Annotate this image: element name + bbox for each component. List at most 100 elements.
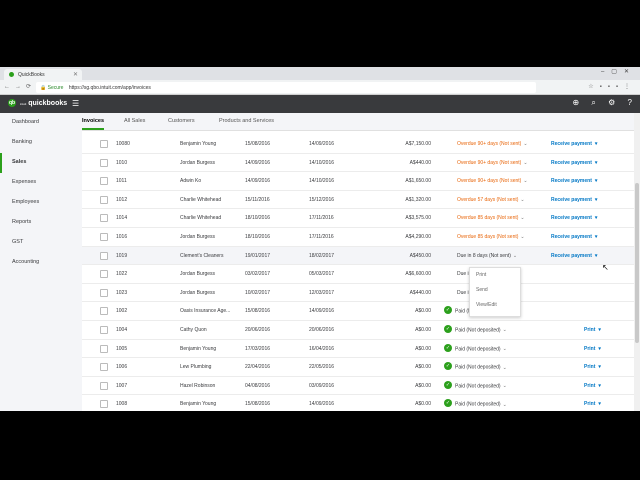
action-dropdown-icon[interactable]: ▾ <box>595 234 598 240</box>
receive-payment-button[interactable]: Receive payment ▾ <box>551 178 597 184</box>
status-label[interactable]: Overdue 85 days (Not sent) ⌄ <box>457 215 525 221</box>
help-icon[interactable]: ? <box>628 98 632 107</box>
row-checkbox[interactable] <box>100 214 108 223</box>
row-checkbox[interactable] <box>100 400 108 409</box>
row-checkbox[interactable] <box>100 195 108 204</box>
status-text: Overdue 57 days (Not sent) <box>457 196 519 203</box>
row-checkbox[interactable] <box>100 140 108 148</box>
sidebar-item-gst[interactable]: GST <box>0 233 70 253</box>
row-checkbox[interactable] <box>100 288 108 297</box>
action-dropdown-icon[interactable]: ▾ <box>598 346 601 352</box>
receive-payment-button[interactable]: Receive payment ▾ <box>551 141 597 147</box>
quickbooks-logo[interactable]: qb intuit quickbooks <box>8 99 67 107</box>
table-row[interactable]: 1011 Adwin Ko 14/09/2016 14/10/2016 A$1,650.… <box>82 172 634 191</box>
extension-icons[interactable]: ☆▪▪▪⋮ <box>588 83 636 90</box>
table-row[interactable]: 1012 Charlie Whitehead 15/11/2016 15/12/201… <box>82 191 634 210</box>
table-row[interactable]: 1008 Benjamin Young 15/08/2016 14/09/2016 A$… <box>82 395 634 411</box>
sidebar-item-expenses[interactable]: Expenses <box>0 173 70 193</box>
print-button[interactable]: Print ▾ <box>584 364 601 370</box>
status-label[interactable]: Overdue 85 days (Not sent) ⌄ <box>457 234 525 240</box>
search-icon[interactable]: ⌕ <box>591 98 595 107</box>
table-row[interactable]: 1005 Benjamin Young 17/03/2016 16/04/2016 A$… <box>82 340 634 359</box>
row-checkbox[interactable] <box>100 233 108 241</box>
menu-item-view-edit[interactable]: View/Edit <box>470 298 520 313</box>
row-checkbox[interactable] <box>100 326 108 334</box>
table-row[interactable]: 1014 Charlie Whitehead 18/10/2016 17/11/201… <box>82 209 634 228</box>
browser-nav-icons[interactable]: ←→⟳ <box>4 83 36 90</box>
customer-name: Oasis Insurance Age... <box>180 308 231 315</box>
action-dropdown-icon[interactable]: ▾ <box>595 141 598 147</box>
url-field[interactable]: 🔒 Secure https://sg.qbo.intuit.com/app/i… <box>36 82 536 93</box>
menu-item-send[interactable]: Send <box>470 283 520 298</box>
row-checkbox[interactable] <box>100 270 108 279</box>
action-dropdown-icon[interactable]: ▾ <box>595 253 598 259</box>
table-row[interactable]: 1022 Jordan Burgess 03/02/2017 05/03/2017 A$… <box>82 265 634 284</box>
scrollbar-thumb[interactable] <box>635 183 639 343</box>
gear-icon[interactable]: ⚙ <box>608 98 615 107</box>
sidebar-item-reports[interactable]: Reports <box>0 213 70 233</box>
action-dropdown-icon[interactable]: ▾ <box>595 160 598 166</box>
print-button[interactable]: Print ▾ <box>584 383 601 389</box>
browser-tab[interactable]: QuickBooks ✕ <box>4 69 82 80</box>
tab-invoices[interactable]: Invoices <box>82 118 105 130</box>
row-checkbox[interactable] <box>100 158 108 167</box>
table-row[interactable]: 1019 Clement's Cleaners 19/01/2017 18/02/20… <box>82 246 634 266</box>
status-label[interactable]: Overdue 90+ days (Not sent) ⌄ <box>457 160 528 166</box>
action-dropdown-icon[interactable]: ▾ <box>598 327 601 333</box>
receive-payment-button[interactable]: Receive payment ▾ <box>551 253 597 259</box>
sidebar-item-banking[interactable]: Banking <box>0 133 70 153</box>
receive-payment-button[interactable]: Receive payment ▾ <box>551 160 597 166</box>
add-icon[interactable]: ⊕ <box>572 98 579 107</box>
status-label[interactable]: ✓Paid (Not deposited)⌄ <box>444 399 507 408</box>
status-label[interactable]: Overdue 90+ days (Not sent) ⌄ <box>457 141 528 147</box>
print-button[interactable]: Print ▾ <box>584 346 601 352</box>
row-checkbox[interactable] <box>100 344 108 353</box>
action-dropdown-icon[interactable]: ▾ <box>595 197 598 203</box>
table-row[interactable]: 1016 Jordan Burgess 18/10/2016 17/11/2016 A$… <box>82 228 634 247</box>
menu-item-print[interactable]: Print <box>470 268 520 283</box>
print-button[interactable]: Print ▾ <box>584 401 601 407</box>
receive-payment-button[interactable]: Receive payment ▾ <box>551 215 597 221</box>
check-circle-icon: ✓ <box>444 380 452 389</box>
page-scrollbar[interactable] <box>634 113 640 411</box>
row-checkbox[interactable] <box>100 307 108 316</box>
receive-payment-button[interactable]: Receive payment ▾ <box>551 234 597 240</box>
table-row[interactable]: 1002 Oasis Insurance Age... 15/08/2016 14/0… <box>82 302 634 321</box>
status-label[interactable]: Due in 8 days (Not sent) ⌄ <box>457 253 517 259</box>
customer-name: Jordan Burgess <box>180 159 216 166</box>
table-row[interactable]: 1007 Hazel Robinson 04/08/2016 03/09/2016 A$… <box>82 377 634 396</box>
status-label[interactable]: ✓Paid (Not deposited)⌄ <box>444 380 507 389</box>
row-checkbox[interactable] <box>100 363 108 372</box>
sidebar-item-accounting[interactable]: Accounting <box>0 253 70 273</box>
tab-products-and-services[interactable]: Products and Services <box>219 118 274 124</box>
action-dropdown-icon[interactable]: ▾ <box>598 401 601 407</box>
sidebar-item-sales[interactable]: Sales <box>0 153 70 173</box>
status-label[interactable]: ✓Paid (Not deposited)⌄ <box>444 343 507 352</box>
action-label: Receive payment <box>551 178 592 185</box>
sidebar-item-employees[interactable]: Employees <box>0 193 70 213</box>
table-row[interactable]: 10080 Benjamin Young 15/08/2016 14/09/2016 A… <box>82 135 634 154</box>
action-dropdown-icon[interactable]: ▾ <box>598 383 601 389</box>
status-label[interactable]: Overdue 90+ days (Not sent) ⌄ <box>457 178 528 184</box>
table-row[interactable]: 1010 Jordan Burgess 14/09/2016 14/10/2016 A$… <box>82 154 634 173</box>
table-row[interactable]: 1004 Cathy Quon 20/06/2016 20/06/2016 A$0.00… <box>82 321 634 340</box>
row-checkbox[interactable] <box>100 381 108 390</box>
table-row[interactable]: 1006 Lew Plumbing 22/04/2016 22/05/2016 A$0.… <box>82 358 634 377</box>
action-dropdown-icon[interactable]: ▾ <box>595 215 598 221</box>
tab-all-sales[interactable]: All Sales <box>124 118 145 124</box>
menu-icon[interactable]: ☰ <box>72 99 79 108</box>
close-tab-icon[interactable]: ✕ <box>73 71 78 78</box>
row-checkbox[interactable] <box>100 177 108 186</box>
sidebar-item-dashboard[interactable]: Dashboard <box>0 113 70 133</box>
tab-customers[interactable]: Customers <box>168 118 195 124</box>
status-label[interactable]: ✓Paid (Not deposited)⌄ <box>444 325 507 333</box>
row-checkbox[interactable] <box>100 251 108 260</box>
status-label[interactable]: Overdue 57 days (Not sent) ⌄ <box>457 197 525 203</box>
action-dropdown-icon[interactable]: ▾ <box>595 178 598 184</box>
receive-payment-button[interactable]: Receive payment ▾ <box>551 197 597 203</box>
window-controls[interactable]: –▢✕ <box>601 68 636 75</box>
status-label[interactable]: ✓Paid (Not deposited)⌄ <box>444 362 507 371</box>
print-button[interactable]: Print ▾ <box>584 327 601 333</box>
table-row[interactable]: 1023 Jordan Burgess 10/02/2017 12/03/2017 A$… <box>82 284 634 303</box>
action-dropdown-icon[interactable]: ▾ <box>598 364 601 370</box>
